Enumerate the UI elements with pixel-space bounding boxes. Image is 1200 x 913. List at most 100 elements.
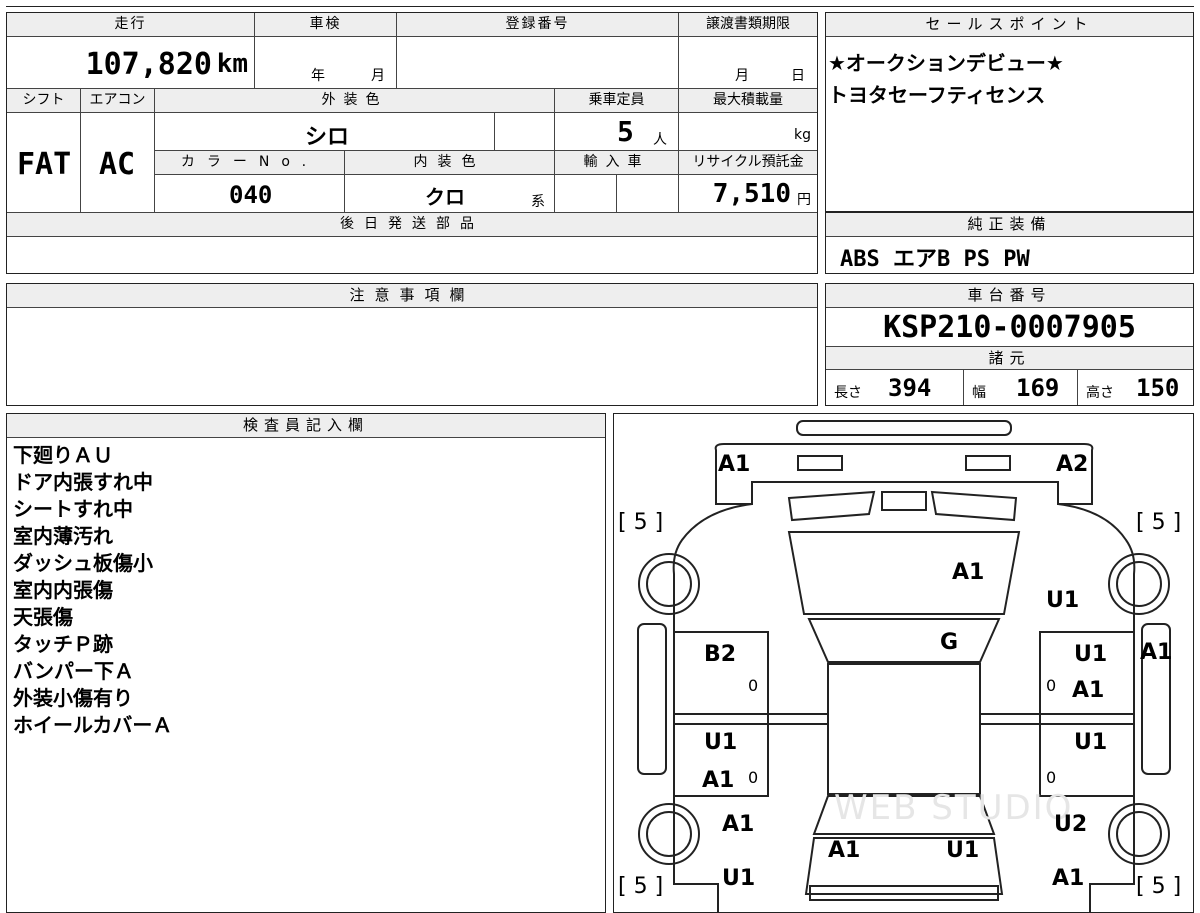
damage-left-rear-door-a: U1 [704,730,738,755]
inspection-cell: 年 月 [255,37,397,89]
remark-line: バンパー下Ａ [13,659,134,683]
damage-right-rear-door-num: 0 [1046,768,1057,787]
wheel-rear-right-inner [1116,811,1162,857]
damage-front-left: A1 [718,452,751,477]
spec-width-label: 幅 [972,385,986,401]
front-panel [714,443,1094,505]
remark-line: ダッシュ板傷小 [13,551,153,575]
damage-left-rear-door-b: A1 [702,768,735,793]
max-load-cell: kg [679,113,817,151]
front-bumper-bar [796,420,1012,436]
import-label: 輸入車 [555,151,679,175]
recycle-value: 7,510 [712,179,791,209]
windshield [807,618,1001,663]
inspector-lines: 下廻りＡＵ ドア内張すれ中 シートすれ中 室内薄汚れ ダッシュ板傷小 室内内張傷… [13,442,172,739]
spec-width-cell: 幅 169 [964,370,1078,405]
max-load-label: 最大積載量 [679,89,817,113]
spec-length-cell: 長さ 394 [826,370,964,405]
wheel-rear-left-inner [646,811,692,857]
tire-count-br: [ 5 ] [1136,874,1182,899]
damage-rear-left: U1 [722,866,756,891]
spec-length-value: 394 [888,374,932,402]
damage-left-quarter: A1 [722,812,755,837]
aircon-label: エアコン [81,89,155,113]
equipment-panel: 純正装備 ABS エアB PS PW [825,212,1194,274]
top-strip [6,0,1194,7]
recycle-unit: 円 [797,192,811,208]
sales-points-panel: セールスポイント ★オークションデビュー★ トヨタセーフティセンス [825,12,1194,212]
registration-label: 登録番号 [397,13,679,37]
inspector-panel: 検査員記入欄 下廻りＡＵ ドア内張すれ中 シートすれ中 室内薄汚れ ダッシュ板傷… [6,413,606,913]
capacity-unit: 人 [653,132,667,148]
chassis-panel: 車台番号 KSP210-0007905 諸元 長さ 394 幅 169 高さ 1… [825,283,1194,406]
grille-right [930,490,1018,522]
tire-count-tr: [ 5 ] [1136,510,1182,535]
diagram-watermark: WEB STUDIO [834,788,1074,828]
mileage-value: 107,820 [85,47,212,82]
damage-right-front-door-b: A1 [1072,678,1105,703]
damage-right-front-door-num: 0 [1046,676,1057,695]
damage-trunk-left: A1 [828,838,861,863]
exterior-color-label: 外装色 [155,89,555,113]
damage-fender-right: U1 [1046,588,1080,613]
remark-line: 室内薄汚れ [13,524,113,548]
shift-value: FAT [17,147,72,182]
later-parts-label: 後日発送部品 [7,213,817,237]
equipment-value: ABS エアB PS PW [840,247,1030,272]
import-cell-a [555,175,617,213]
interior-color-suffix: 系 [531,194,545,210]
transfer-month: 月 [735,68,749,84]
transfer-deadline-label: 譲渡書類期限 [679,13,817,37]
capacity-label: 乗車定員 [555,89,679,113]
remark-line: 天張傷 [13,605,73,629]
interior-color-label: 内装色 [345,151,555,175]
import-cell-b [617,175,679,213]
damage-right-rear-door: U1 [1074,730,1108,755]
exterior-color-extra [495,113,555,151]
interior-color-cell: クロ 系 [345,175,555,213]
specs-label: 諸元 [826,346,1193,370]
equipment-label: 純正装備 [826,213,1193,237]
interior-color-value: クロ [425,185,465,209]
remark-line: ドア内張すれ中 [13,470,153,494]
remark-line: 下廻りＡＵ [13,443,113,467]
exterior-color-value: シロ [305,125,350,150]
wheel-front-right-inner [1116,561,1162,607]
damage-rear-right: A1 [1052,866,1085,891]
damage-left-rear-door-num: 0 [748,768,759,787]
remark-line: タッチＰ跡 [13,632,113,656]
color-no-cell: 040 [155,175,345,213]
shift-cell: FAT [7,113,81,213]
hood [787,531,1021,615]
chassis-label: 車台番号 [826,284,1193,308]
damage-trunk-right: U1 [946,838,980,863]
color-no-label: カラーNo. [155,151,345,175]
sales-points-label: セールスポイント [826,13,1193,37]
remark-line: 外装小傷有り [13,686,133,710]
notes-panel: 注意事項欄 [6,283,818,406]
mileage-unit: km [216,49,248,79]
exterior-color-cell: シロ [155,113,495,151]
tire-count-tl: [ 5 ] [618,510,664,535]
notes-label: 注意事項欄 [7,284,817,308]
sales-point-line-1: ★オークションデビュー★ [828,51,1064,75]
mileage-label: 走行 [7,13,255,37]
car-diagram-panel: WEB STUDIO [ 5 ] [ 5 ] [ 5 ] [ 5 ] A1 A2… [613,413,1194,913]
inspector-label: 検査員記入欄 [7,414,605,438]
damage-right-front-door-a: U1 [1074,642,1108,667]
max-load-unit: kg [794,127,811,143]
chassis-value: KSP210-0007905 [883,310,1136,345]
damage-right-outer: A1 [1140,640,1173,665]
body-right-edge [1057,503,1136,912]
headlight-left [797,455,843,471]
headlight-right [965,455,1011,471]
remark-line: シートすれ中 [13,497,133,521]
remark-line: ホイールカバーＡ [13,713,173,737]
left-side-skirt [637,623,667,775]
capacity-cell: 5 人 [555,113,679,151]
damage-hood: A1 [952,560,985,585]
recycle-cell: 7,510 円 [679,175,817,213]
damage-front-right: A2 [1056,452,1089,477]
grille-left [787,490,876,522]
roof [827,663,981,795]
